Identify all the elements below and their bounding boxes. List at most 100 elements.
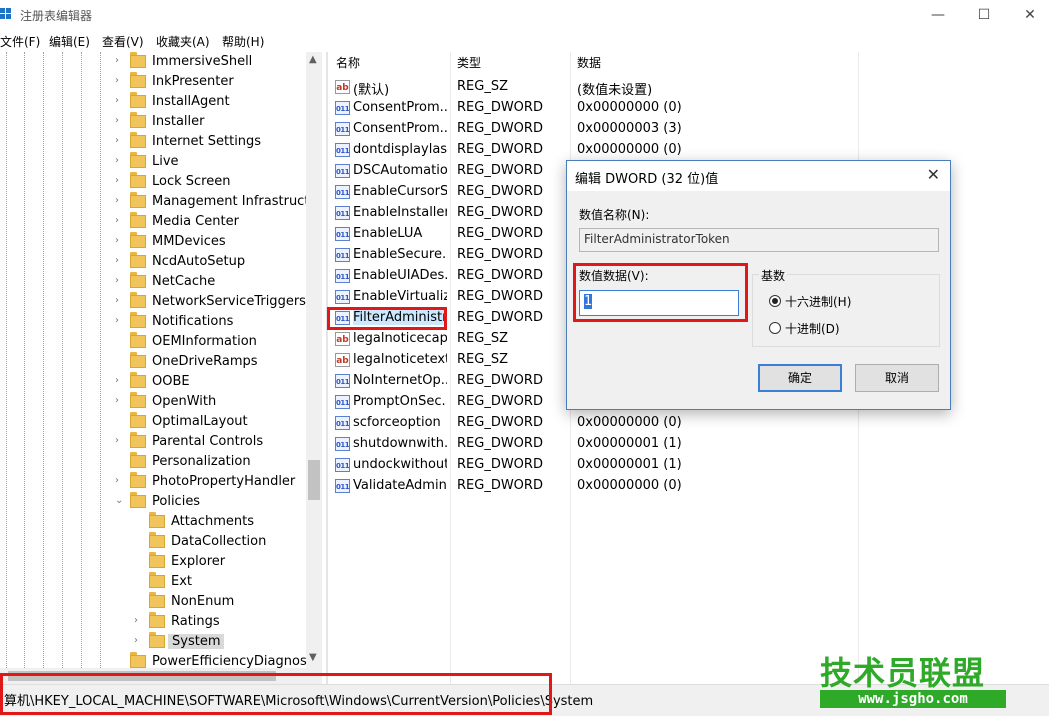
scroll-up-arrow-icon[interactable]: ▲ [309, 54, 317, 65]
value-type: REG_DWORD [457, 415, 543, 430]
menu-view[interactable]: 查看(V) [102, 33, 144, 50]
value-name: DSCAutomatio... [353, 163, 447, 178]
folder-icon [130, 432, 146, 448]
folder-icon [149, 612, 165, 628]
value-row[interactable]: 011dontdisplaylas... REG_DWORD 0x00000000 … [330, 140, 1049, 161]
column-header-data[interactable]: 数据 [577, 52, 601, 74]
tree-guide-line [6, 52, 7, 668]
decimal-radio[interactable] [769, 322, 781, 334]
chevron-right-icon[interactable]: › [115, 75, 125, 86]
registry-key-tree[interactable]: › ImmersiveShell › InkPresenter › InstallAgen… [0, 52, 322, 668]
minimize-button[interactable]: — [915, 0, 961, 30]
tree-item-label: Lock Screen [152, 174, 231, 189]
chevron-right-icon[interactable]: › [115, 295, 125, 306]
binary-value-icon: 011 [335, 227, 350, 241]
chevron-right-icon[interactable]: › [115, 55, 125, 66]
chevron-right-icon[interactable]: › [115, 135, 125, 146]
chevron-right-icon[interactable]: › [115, 395, 125, 406]
close-window-button[interactable]: ✕ [1007, 0, 1049, 30]
tree-item-label: Ratings [171, 614, 220, 629]
maximize-button[interactable]: ☐ [961, 0, 1007, 30]
tree-item-label: Policies [152, 494, 201, 509]
chevron-right-icon[interactable]: › [115, 315, 125, 326]
chevron-right-icon[interactable]: › [115, 95, 125, 106]
value-type: REG_DWORD [457, 457, 543, 472]
folder-icon [130, 232, 146, 248]
hex-radio[interactable] [769, 295, 781, 307]
chevron-right-icon[interactable]: › [115, 195, 125, 206]
chevron-right-icon[interactable]: › [115, 375, 125, 386]
folder-icon [149, 592, 165, 608]
value-row[interactable]: 011 shutdownwith... REG_DWORD 0x00000001 (1… [330, 434, 1049, 455]
value-row[interactable]: 011 ConsentProm... REG_DWORD 0x00000000 (0) [330, 98, 1049, 119]
folder-icon [130, 72, 146, 88]
highlight-status-path [0, 673, 552, 715]
chevron-right-icon[interactable]: › [115, 175, 125, 186]
hex-radio-label[interactable]: 十六进制(H) [785, 293, 851, 310]
value-type: REG_DWORD [457, 163, 543, 178]
column-header-name[interactable]: 名称 [336, 52, 360, 74]
string-value-icon: ab [335, 332, 350, 346]
ok-button[interactable]: 确定 [758, 364, 842, 392]
menu-file[interactable]: 文件(F) [0, 33, 40, 50]
value-row[interactable]: 011 scforceoption REG_DWORD 0x00000000 (0) [330, 413, 1049, 434]
tree-item-label: OpenWith [152, 394, 217, 409]
site-watermark-logo: 技术员联盟 www.jsgho.com [820, 648, 1010, 710]
tree-item-label: DataCollection [171, 534, 267, 549]
value-type: REG_DWORD [457, 394, 543, 409]
binary-value-icon: 011 [335, 206, 350, 220]
dialog-close-icon[interactable]: ✕ [927, 165, 940, 184]
tree-item-label: PowerEfficiencyDiagnostics [152, 654, 322, 668]
chevron-right-icon[interactable]: › [115, 475, 125, 486]
chevron-right-icon[interactable]: › [115, 155, 125, 166]
value-data: 0x00000000 (0) [577, 100, 682, 115]
tree-vertical-scrollbar[interactable]: ▲ ▼ [306, 52, 322, 668]
tree-guide-line [43, 52, 44, 668]
chevron-down-icon[interactable]: ⌄ [115, 495, 125, 506]
folder-icon [130, 452, 146, 468]
menu-help[interactable]: 帮助(H) [222, 33, 264, 50]
chevron-right-icon[interactable]: › [134, 615, 144, 626]
dialog-title: 编辑 DWORD (32 位)值 [575, 172, 719, 187]
folder-icon [130, 132, 146, 148]
tree-item-label: Attachments [171, 514, 254, 529]
chevron-right-icon[interactable]: › [115, 275, 125, 286]
binary-value-icon: 011 [335, 290, 350, 304]
value-type: REG_DWORD [457, 289, 543, 304]
binary-value-icon: 011 [335, 143, 350, 157]
value-data: 0x00000001 (1) [577, 457, 682, 472]
value-row[interactable]: 011 ConsentProm... REG_DWORD 0x00000003 (3) [330, 119, 1049, 140]
value-name: EnableUIADes... [353, 268, 447, 283]
chevron-right-icon[interactable]: › [115, 255, 125, 266]
folder-icon [130, 292, 146, 308]
pane-splitter[interactable] [326, 52, 328, 684]
chevron-right-icon[interactable]: › [115, 435, 125, 446]
cancel-button[interactable]: 取消 [855, 364, 939, 392]
value-row[interactable]: ab (默认) REG_SZ (数值未设置) [330, 77, 1049, 98]
binary-value-icon: 011 [335, 374, 350, 388]
menu-favorites[interactable]: 收藏夹(A) [156, 33, 210, 50]
column-header-type[interactable]: 类型 [457, 52, 481, 74]
folder-icon [130, 372, 146, 388]
value-data: (数值未设置) [577, 83, 653, 98]
binary-value-icon: 011 [335, 164, 350, 178]
decimal-radio-label[interactable]: 十进制(D) [785, 320, 840, 337]
value-type: REG_SZ [457, 331, 508, 346]
watermark-title: 技术员联盟 [820, 654, 986, 692]
folder-icon [130, 412, 146, 428]
value-name: PromptOnSec... [353, 394, 447, 409]
value-row[interactable]: 011undockwithout... REG_DWORD 0x00000001 (… [330, 455, 1049, 476]
value-type: REG_DWORD [457, 436, 543, 451]
tree-item-label: Ext [171, 574, 193, 589]
chevron-right-icon[interactable]: › [115, 215, 125, 226]
chevron-right-icon[interactable]: › [115, 115, 125, 126]
value-row[interactable]: 011ValidateAdmin... REG_DWORD 0x00000000 (… [330, 476, 1049, 497]
tree-scroll-thumb[interactable] [308, 460, 320, 500]
menu-edit[interactable]: 编辑(E) [49, 33, 90, 50]
binary-value-icon: 011 [335, 437, 350, 451]
scroll-down-arrow-icon[interactable]: ▼ [309, 652, 317, 663]
tree-item-label: Notifications [152, 314, 234, 329]
highlight-value-data [573, 263, 748, 322]
chevron-right-icon[interactable]: › [134, 635, 144, 646]
chevron-right-icon[interactable]: › [115, 235, 125, 246]
